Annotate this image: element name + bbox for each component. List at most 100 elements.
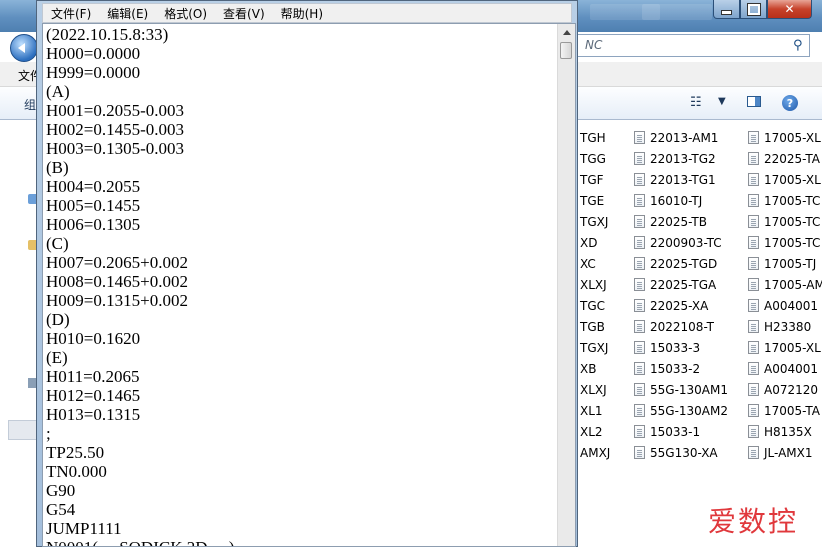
file-item[interactable]: TGXJ xyxy=(580,211,610,232)
file-name: 17005-XL xyxy=(764,172,821,187)
file-name: XD xyxy=(580,235,598,250)
file-item[interactable]: 55G-130AM2 xyxy=(634,400,728,421)
file-item[interactable]: 17005-TC xyxy=(748,190,822,211)
file-name: 17005-TA xyxy=(764,403,821,418)
file-item[interactable]: XC xyxy=(580,253,610,274)
file-item[interactable]: 15033-1 xyxy=(634,421,728,442)
file-item[interactable]: XL2 xyxy=(580,421,610,442)
file-item[interactable]: A072120 xyxy=(748,379,822,400)
file-item[interactable]: 55G-130AM1 xyxy=(634,379,728,400)
file-item[interactable]: XL1 xyxy=(580,400,610,421)
file-item[interactable]: 22025-TA xyxy=(748,148,822,169)
file-item[interactable]: 17005-TC xyxy=(748,211,822,232)
file-name: TGXJ xyxy=(580,214,609,229)
file-name: H23380 xyxy=(764,319,812,334)
file-item[interactable]: TGC xyxy=(580,295,610,316)
notepad-menu-item[interactable]: 文件(F) xyxy=(43,5,99,22)
file-name: H8135X xyxy=(764,424,812,439)
file-name: 2200903-TC xyxy=(650,235,722,250)
file-icon xyxy=(634,320,645,333)
file-name: XL1 xyxy=(580,403,603,418)
file-name: 2022108-T xyxy=(650,319,715,334)
notepad-menu-item[interactable]: 格式(O) xyxy=(156,5,215,22)
file-item[interactable]: 22025-TGD xyxy=(634,253,728,274)
file-item[interactable]: 55G130-XA xyxy=(634,442,728,463)
organize-button[interactable]: 组 xyxy=(24,96,36,113)
file-icon xyxy=(634,278,645,291)
file-item[interactable]: 2022108-T xyxy=(634,316,728,337)
file-item[interactable]: 17005-XL xyxy=(748,337,822,358)
file-item[interactable]: A004001 xyxy=(748,295,822,316)
file-item[interactable]: 17005-AM xyxy=(748,274,822,295)
file-item[interactable]: 17005-TA xyxy=(748,400,822,421)
file-name: 15033-2 xyxy=(650,361,701,376)
file-column-b: 22013-AM1 22013-TG2 22013-TG1 16010-TJ 22025… xyxy=(634,127,728,463)
file-icon xyxy=(748,194,759,207)
file-item[interactable]: 15033-3 xyxy=(634,337,728,358)
file-item[interactable]: 17005-XL xyxy=(748,169,822,190)
file-item[interactable]: 22025-TGA xyxy=(634,274,728,295)
chevron-down-icon[interactable]: ▼ xyxy=(718,96,726,107)
file-item[interactable]: 22025-TB xyxy=(634,211,728,232)
file-item[interactable]: TGE xyxy=(580,190,610,211)
file-icon xyxy=(748,383,759,396)
file-item[interactable]: AMXJ xyxy=(580,442,610,463)
scroll-thumb[interactable] xyxy=(560,42,572,59)
file-item[interactable]: 22025-XA xyxy=(634,295,728,316)
file-item[interactable]: XLXJ xyxy=(580,274,610,295)
minimize-button[interactable] xyxy=(713,0,740,19)
file-name: 22025-XA xyxy=(650,298,709,313)
file-name: 17005-TC xyxy=(764,214,821,229)
scroll-up-icon[interactable] xyxy=(558,24,575,41)
notepad-menu-item[interactable]: 查看(V) xyxy=(215,5,273,22)
back-button[interactable] xyxy=(10,34,38,62)
file-item[interactable]: 2200903-TC xyxy=(634,232,728,253)
file-icon xyxy=(748,257,759,270)
search-icon[interactable]: ⚲ xyxy=(793,38,803,53)
file-icon xyxy=(748,446,759,459)
file-item[interactable]: XLXJ xyxy=(580,379,610,400)
file-item[interactable]: JL-AMX1 xyxy=(748,442,822,463)
file-item[interactable]: 16010-TJ xyxy=(634,190,728,211)
maximize-button[interactable] xyxy=(740,0,767,19)
file-name: 22025-TB xyxy=(650,214,707,229)
file-item[interactable]: H23380 xyxy=(748,316,822,337)
notepad-menu-item[interactable]: 编辑(E) xyxy=(99,5,156,22)
file-item[interactable]: TGXJ xyxy=(580,337,610,358)
file-item[interactable]: TGB xyxy=(580,316,610,337)
navigation-pane xyxy=(0,120,41,547)
file-item[interactable]: XD xyxy=(580,232,610,253)
file-item[interactable]: 22013-TG2 xyxy=(634,148,728,169)
file-item[interactable]: TGF xyxy=(580,169,610,190)
close-button[interactable]: ✕ xyxy=(767,0,812,19)
file-name: 17005-TJ xyxy=(764,256,817,271)
notepad-menu-item[interactable]: 帮助(H) xyxy=(273,5,331,22)
file-item[interactable]: A004001 xyxy=(748,358,822,379)
file-item[interactable]: TGH xyxy=(580,127,610,148)
file-icon xyxy=(634,236,645,249)
file-item[interactable]: H8135X xyxy=(748,421,822,442)
file-name: 55G-130AM1 xyxy=(650,382,728,397)
notepad-text-area[interactable]: (2022.10.15.8:33) H000=0.0000 H999=0.000… xyxy=(42,23,576,547)
file-item[interactable]: TGG xyxy=(580,148,610,169)
file-item[interactable]: 17005-TC xyxy=(748,232,822,253)
file-name: 22013-TG1 xyxy=(650,172,716,187)
view-options-icon[interactable]: ☷ xyxy=(690,95,702,110)
notepad-menu-bar: 文件(F) 编辑(E) 格式(O) 查看(V) 帮助(H) xyxy=(42,3,572,23)
file-item[interactable]: 22013-AM1 xyxy=(634,127,728,148)
notepad-content[interactable]: (2022.10.15.8:33) H000=0.0000 H999=0.000… xyxy=(46,25,234,546)
file-item[interactable]: XB xyxy=(580,358,610,379)
file-item[interactable]: 17005-TJ xyxy=(748,253,822,274)
file-icon xyxy=(634,131,645,144)
vertical-scrollbar[interactable] xyxy=(557,24,575,546)
file-name: TGG xyxy=(580,151,606,166)
preview-pane-icon[interactable] xyxy=(747,96,761,107)
file-item[interactable]: 17005-XL xyxy=(748,127,822,148)
file-icon xyxy=(634,425,645,438)
file-icon xyxy=(748,152,759,165)
file-icon xyxy=(748,341,759,354)
file-item[interactable]: 22013-TG1 xyxy=(634,169,728,190)
file-icon xyxy=(634,194,645,207)
file-item[interactable]: 15033-2 xyxy=(634,358,728,379)
help-icon[interactable]: ? xyxy=(782,95,798,111)
